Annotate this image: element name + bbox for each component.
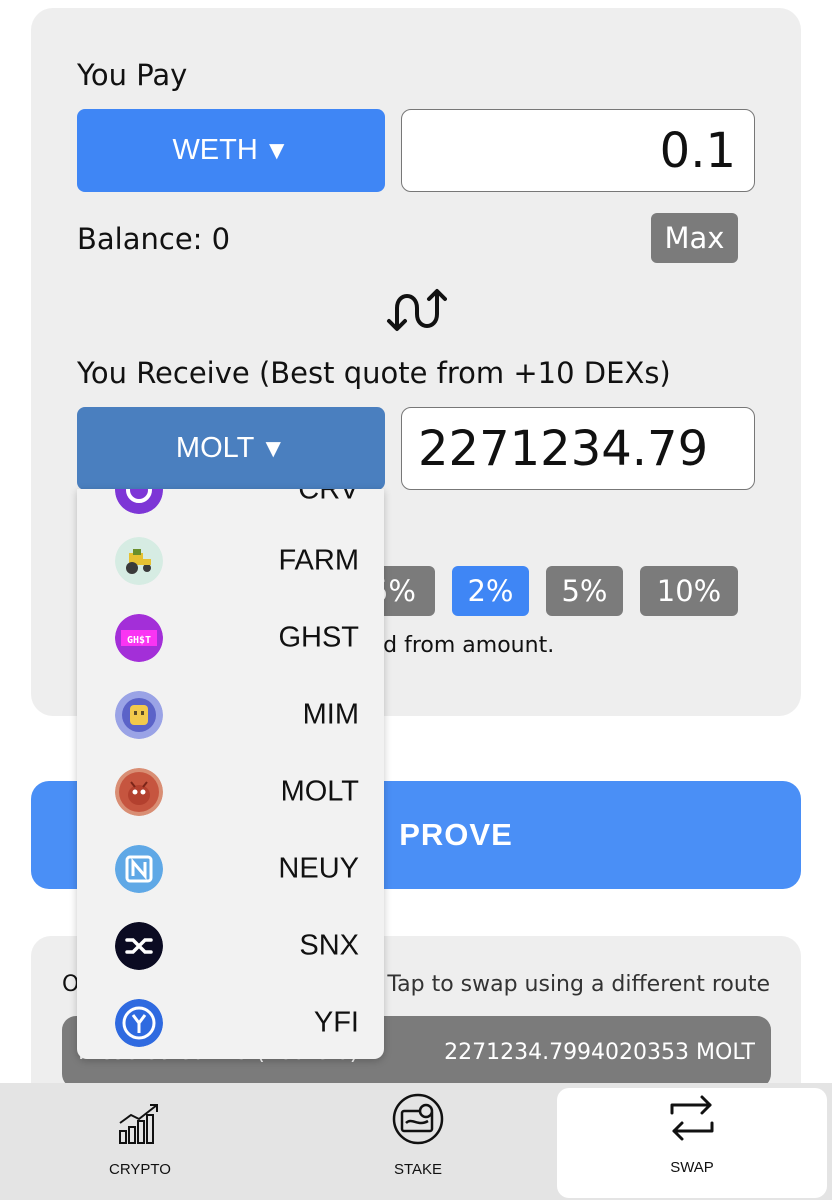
token-dropdown-list[interactable]: CRV FARM GH$T GHST MIM MOLT NEUY SNX YFI bbox=[77, 489, 384, 1059]
dropdown-item-ghst[interactable]: GH$T GHST bbox=[77, 599, 384, 676]
ghst-icon: GH$T bbox=[115, 613, 163, 662]
nav-label-crypto: CRYPTO bbox=[109, 1161, 171, 1178]
slippage-note: ted from amount. bbox=[361, 633, 555, 658]
routes-hint: Tap to swap using a different route bbox=[387, 972, 770, 997]
slippage-option-2pct[interactable]: 2% bbox=[452, 566, 529, 616]
pay-amount-value: 0.1 bbox=[659, 122, 736, 179]
swap-page: You Pay WETH ▼ 0.1 Balance: 0 Max You Re… bbox=[0, 0, 832, 1200]
dropdown-item-farm[interactable]: FARM bbox=[77, 522, 384, 599]
slippage-option-label: 2% bbox=[467, 574, 514, 608]
pay-token-label: WETH bbox=[172, 134, 258, 166]
receive-amount-field[interactable]: 2271234.79 bbox=[401, 407, 755, 490]
neuy-icon bbox=[115, 844, 163, 893]
slippage-option-10pct[interactable]: 10% bbox=[640, 566, 738, 616]
farm-tractor-icon bbox=[115, 536, 163, 585]
token-name: NEUY bbox=[278, 852, 359, 884]
slippage-option-label: 5% bbox=[561, 574, 608, 608]
swap-direction-icon[interactable] bbox=[385, 278, 447, 340]
nav-label-stake: STAKE bbox=[393, 1161, 443, 1178]
crv-icon bbox=[115, 489, 163, 514]
dropdown-item-neuy[interactable]: NEUY bbox=[77, 830, 384, 907]
token-name: MIM bbox=[302, 698, 359, 730]
slippage-option-label: 10% bbox=[656, 574, 722, 608]
token-name: GHST bbox=[278, 621, 359, 653]
token-name: SNX bbox=[299, 929, 359, 961]
balance-label: Balance: 0 bbox=[77, 222, 231, 256]
swap-arrows-icon bbox=[666, 1093, 718, 1147]
receive-amount-value: 2271234.79 bbox=[418, 420, 709, 477]
dropdown-item-mim[interactable]: MIM bbox=[77, 676, 384, 753]
slippage-option-5pct[interactable]: 5% bbox=[546, 566, 623, 616]
token-name: CRV bbox=[298, 489, 359, 505]
route-amount: 2271234.7994020353 MOLT bbox=[444, 1040, 755, 1065]
snx-icon bbox=[115, 921, 163, 970]
token-name: MOLT bbox=[280, 775, 359, 807]
caret-down-icon: ▼ bbox=[260, 433, 287, 463]
dropdown-item-yfi[interactable]: YFI bbox=[77, 984, 384, 1059]
you-pay-label: You Pay bbox=[77, 58, 188, 92]
yfi-icon bbox=[115, 998, 163, 1047]
receive-token-label: MOLT bbox=[175, 432, 255, 464]
mim-icon bbox=[115, 690, 163, 739]
stake-icon bbox=[392, 1093, 444, 1149]
nav-label-swap: SWAP bbox=[670, 1159, 714, 1176]
dropdown-item-molt[interactable]: MOLT bbox=[77, 753, 384, 830]
dropdown-item-snx[interactable]: SNX bbox=[77, 907, 384, 984]
bottom-nav: CRYPTO STAKE SWAP bbox=[0, 1083, 832, 1200]
bar-chart-icon bbox=[117, 1101, 163, 1149]
svg-text:GH$T: GH$T bbox=[127, 635, 151, 646]
molt-icon bbox=[115, 767, 163, 816]
pay-token-select[interactable]: WETH ▼ bbox=[77, 109, 385, 192]
approve-label: PROVE bbox=[399, 817, 513, 852]
nav-item-swap[interactable]: SWAP bbox=[557, 1088, 827, 1198]
pay-amount-input[interactable]: 0.1 bbox=[401, 109, 755, 192]
caret-down-icon: ▼ bbox=[263, 135, 290, 165]
nav-item-crypto[interactable]: CRYPTO bbox=[0, 1083, 280, 1200]
receive-token-select[interactable]: MOLT ▼ bbox=[77, 407, 385, 490]
nav-item-stake[interactable]: STAKE bbox=[280, 1083, 556, 1200]
you-receive-label: You Receive (Best quote from +10 DEXs) bbox=[77, 356, 671, 390]
token-name: YFI bbox=[313, 1006, 359, 1038]
token-name: FARM bbox=[278, 544, 359, 576]
max-button[interactable]: Max bbox=[651, 213, 738, 263]
